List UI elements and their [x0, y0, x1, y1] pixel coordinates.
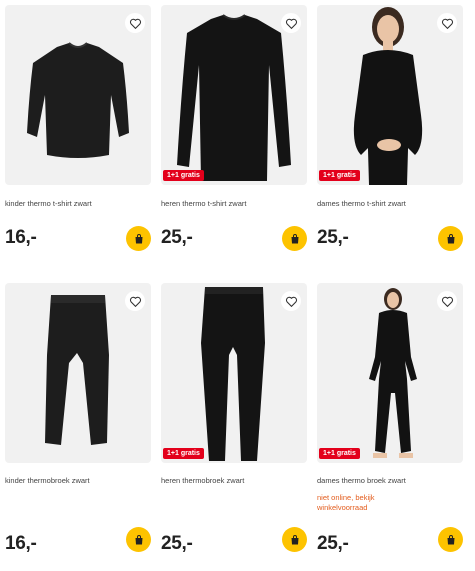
wishlist-button[interactable] — [281, 291, 301, 311]
availability-link[interactable]: niet online, bekijk winkelvoorraad — [317, 493, 407, 513]
womens-thermo-pants-image — [369, 288, 417, 458]
heart-icon — [129, 296, 141, 307]
wishlist-button[interactable] — [125, 291, 145, 311]
product-card[interactable]: 1+1 gratis heren thermobroek zwart 25,- — [161, 283, 307, 554]
product-image[interactable] — [5, 5, 151, 185]
heart-icon — [285, 18, 297, 29]
product-image[interactable]: 1+1 gratis — [161, 283, 307, 463]
product-card[interactable]: 1+1 gratis dames thermo t-shirt zwart 25… — [317, 5, 463, 251]
shopping-bag-icon — [447, 534, 454, 544]
product-name[interactable]: dames thermo t-shirt zwart — [317, 199, 463, 208]
wishlist-button[interactable] — [281, 13, 301, 33]
add-to-cart-button[interactable] — [438, 527, 463, 552]
wishlist-button[interactable] — [437, 13, 457, 33]
product-price: 25,- — [161, 533, 193, 554]
product-name[interactable]: dames thermo broek zwart — [317, 476, 463, 485]
product-card[interactable]: kinder thermobroek zwart 16,- — [5, 283, 151, 554]
add-to-cart-button[interactable] — [126, 226, 151, 251]
product-image[interactable]: 1+1 gratis — [317, 5, 463, 185]
heart-icon — [441, 18, 453, 29]
product-price: 25,- — [161, 227, 193, 248]
product-price: 16,- — [5, 227, 37, 248]
shopping-bag-icon — [135, 233, 142, 243]
product-image[interactable] — [5, 283, 151, 463]
product-card[interactable]: 1+1 gratis heren thermo t-shirt zwart 25… — [161, 5, 307, 251]
shopping-bag-icon — [291, 233, 298, 243]
promo-badge: 1+1 gratis — [319, 448, 360, 459]
heart-icon — [441, 296, 453, 307]
product-name[interactable]: heren thermo t-shirt zwart — [161, 199, 307, 208]
product-grid: kinder thermo t-shirt zwart 16,- 1+1 gra… — [0, 0, 475, 571]
product-name[interactable]: kinder thermobroek zwart — [5, 476, 151, 485]
add-to-cart-button[interactable] — [438, 226, 463, 251]
mens-thermo-pants-image — [201, 287, 265, 461]
heart-icon — [129, 18, 141, 29]
product-price: 25,- — [317, 227, 349, 248]
kids-thermo-pants-image — [45, 295, 109, 445]
product-name[interactable]: kinder thermo t-shirt zwart — [5, 199, 151, 208]
add-to-cart-button[interactable] — [282, 527, 307, 552]
product-name[interactable]: heren thermobroek zwart — [161, 476, 307, 485]
promo-badge: 1+1 gratis — [163, 448, 204, 459]
add-to-cart-button[interactable] — [282, 226, 307, 251]
add-to-cart-button[interactable] — [126, 527, 151, 552]
wishlist-button[interactable] — [437, 291, 457, 311]
product-price: 16,- — [5, 533, 37, 554]
product-card[interactable]: 1+1 gratis dames thermo broek zwart niet… — [317, 283, 463, 554]
kids-thermo-tshirt-image — [27, 42, 129, 158]
shopping-bag-icon — [447, 233, 454, 243]
wishlist-button[interactable] — [125, 13, 145, 33]
mens-thermo-tshirt-image — [177, 14, 291, 181]
heart-icon — [285, 296, 297, 307]
womens-thermo-tshirt-image — [353, 7, 423, 185]
shopping-bag-icon — [291, 534, 298, 544]
product-card[interactable]: kinder thermo t-shirt zwart 16,- — [5, 5, 151, 251]
product-image[interactable]: 1+1 gratis — [317, 283, 463, 463]
shopping-bag-icon — [135, 534, 142, 544]
product-price: 25,- — [317, 533, 349, 554]
product-image[interactable]: 1+1 gratis — [161, 5, 307, 185]
promo-badge: 1+1 gratis — [163, 170, 204, 181]
promo-badge: 1+1 gratis — [319, 170, 360, 181]
